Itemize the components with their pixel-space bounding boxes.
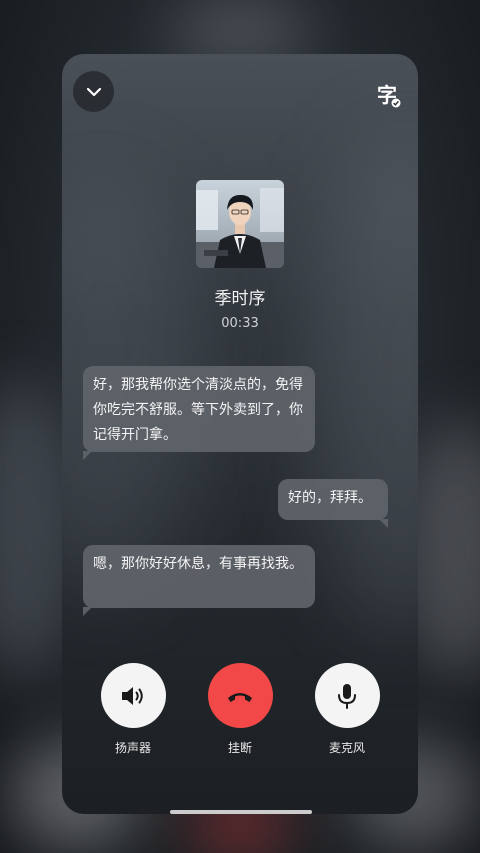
message-text: 好的，拜拜。	[288, 490, 372, 506]
mic-label: 麦克风	[328, 741, 365, 755]
hang-up-icon	[228, 692, 252, 702]
chevron-down-icon	[86, 87, 101, 96]
speaker-label: 扬声器	[114, 741, 151, 755]
hangup-label: 挂断	[227, 741, 252, 755]
subtitle-toggle-icon: 字	[377, 79, 401, 108]
hang-up-button[interactable]	[207, 663, 273, 728]
contact-avatar	[196, 180, 284, 268]
subtitle-toggle-button[interactable]: 字	[372, 78, 402, 108]
message-text: 嗯，那你好好休息，有事再找我。	[93, 556, 303, 572]
message-bubble: 好的，拜拜。	[278, 479, 388, 528]
speaker-control: 扬声器	[85, 663, 181, 756]
microphone-icon	[338, 683, 356, 709]
message-bubble: 好，那我帮你选个清淡点的，免得你吃完不舒服。等下外卖到了，你记得开门拿。	[83, 366, 315, 460]
collapse-button[interactable]	[73, 71, 114, 112]
speaker-button[interactable]	[100, 663, 166, 728]
speaker-icon	[122, 686, 143, 705]
home-indicator[interactable]	[170, 810, 312, 814]
message-bubble: 嗯，那你好好休息，有事再找我。	[83, 545, 315, 616]
message-text: 好，那我帮你选个清淡点的，免得你吃完不舒服。等下外卖到了，你记得开门拿。	[93, 377, 303, 443]
microphone-button[interactable]	[314, 663, 380, 728]
hangup-control: 挂断	[192, 663, 288, 756]
call-panel: 字 季时序 00:33 好，那我帮你选个清淡点的，免得你吃完不舒服。等下外卖到了…	[62, 54, 418, 814]
call-timer: 00:33	[221, 316, 259, 331]
mic-control: 麦克风	[299, 663, 395, 756]
contact-name: 季时序	[214, 289, 266, 309]
